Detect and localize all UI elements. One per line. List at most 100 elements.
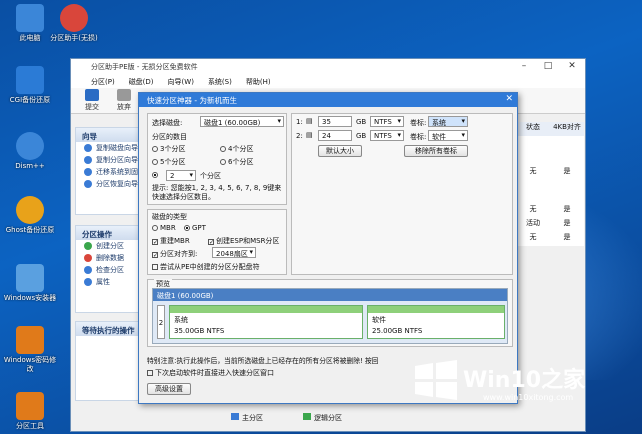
option-label: 4个分区 (228, 145, 254, 153)
legend-label: 主分区 (242, 414, 263, 422)
apply-button[interactable]: 提交 (79, 89, 105, 112)
part1-label-dropdown[interactable]: 系统 (428, 116, 468, 127)
option-label: 3个分区 (160, 145, 186, 153)
p2-info: 25.00GB NTFS (372, 327, 423, 335)
create-esp-checkbox[interactable]: 创建ESP和MSR分区 (208, 236, 279, 246)
migrate-icon (84, 168, 92, 176)
icon-label: Windows密码修改 (3, 356, 57, 373)
disk-preview: 磁盘1 (60.00GB) 2 系统 35.00GB NTFS 软件 25.00… (152, 288, 508, 344)
icon-label: 此电脑 (19, 34, 41, 42)
recover-icon (84, 180, 92, 188)
cell: 无 (529, 233, 537, 241)
part2-label-key: 卷标: (410, 133, 427, 141)
cell: 是 (563, 167, 571, 175)
desktop-icon-password[interactable]: Windows密码修改 (2, 326, 58, 374)
disk-type-group: 磁盘的类型 MBR GPT 重建MBR 创建ESP和MSR分区 分区对齐到: 2… (147, 209, 287, 275)
desktop-icon-cgi[interactable]: CGI备份还原 (2, 66, 58, 105)
dialog-close-icon[interactable]: ✕ (505, 94, 513, 104)
try-pe-checkbox[interactable]: 尝试从PE中创建的分区分配盘符 (152, 262, 260, 272)
select-disk-label: 选择磁盘: (152, 119, 183, 127)
option-custom[interactable] (152, 171, 160, 179)
desktop-icon-partition-assistant[interactable]: 分区助手(无损) (46, 4, 102, 43)
cell: 无 (529, 167, 537, 175)
icon-label: 分区工具 (16, 422, 44, 430)
installer-icon (16, 264, 44, 292)
mbr-label: MBR (160, 224, 176, 232)
check-partition-icon (84, 266, 92, 274)
minimize-button[interactable]: – (513, 61, 535, 73)
checkbox-icon (147, 370, 153, 376)
cell: 是 (563, 233, 571, 241)
disk-type-label: 磁盘的类型 (152, 213, 187, 221)
icon-label: Dism++ (15, 162, 45, 170)
partition-assistant-icon (60, 4, 88, 32)
discard-button[interactable]: 放弃 (111, 89, 137, 112)
default-size-button[interactable]: 默认大小 (318, 145, 362, 157)
disk-icon (84, 144, 92, 152)
maximize-button[interactable]: □ (537, 61, 559, 73)
option-4[interactable]: 4个分区 (220, 144, 253, 154)
p1-name: 系统 (174, 316, 188, 324)
desktop-icon-ghost[interactable]: Ghost备份还原 (2, 196, 58, 235)
menu-help[interactable]: 帮助(H) (246, 77, 271, 87)
part2-size-input[interactable]: 24 (318, 130, 352, 141)
custom-unit-label: 个分区 (200, 172, 221, 180)
table-row[interactable]: 活动 是 (516, 218, 584, 232)
radio-icon (152, 159, 158, 165)
close-button[interactable]: ✕ (561, 61, 583, 73)
wipe-icon (84, 254, 92, 262)
legend-logical: 逻辑分区 (303, 413, 342, 423)
clear-labels-button[interactable]: 移除所有卷标 (404, 145, 468, 157)
part2-label-dropdown[interactable]: 软件 (428, 130, 468, 141)
rebuild-mbr-checkbox[interactable]: 重建MBR (152, 236, 190, 246)
menu-wizard[interactable]: 向导(W) (168, 77, 194, 87)
checkbox-icon (152, 252, 158, 258)
preview-partition-system[interactable]: 系统 35.00GB NTFS (169, 305, 363, 339)
icon-label: Windows安装器 (3, 294, 57, 302)
disk-preview-header: 磁盘1 (60.00GB) (153, 289, 507, 301)
part1-size-input[interactable]: 35 (318, 116, 352, 127)
logical-swatch (303, 413, 311, 420)
item-label: 复制磁盘向导 (96, 144, 138, 152)
gear-icon (16, 132, 44, 160)
table-row[interactable]: 无是 (516, 166, 584, 180)
try-pe-label: 尝试从PE中创建的分区分配盘符 (160, 263, 260, 271)
menu-disk[interactable]: 磁盘(D) (129, 77, 154, 87)
option-3[interactable]: 3个分区 (152, 144, 185, 154)
icon-label: 分区助手(无损) (50, 34, 98, 42)
checkbox-icon (152, 264, 158, 270)
watermark-brand: Win10之家 (463, 368, 586, 393)
next-boot-checkbox[interactable]: 下次启动软件时直接进入快速分区窗口 (147, 368, 274, 378)
menu-system[interactable]: 系统(S) (208, 77, 232, 87)
table-spacer (516, 136, 584, 166)
app-title: 分区助手PE版 - 无损分区免费软件 (91, 63, 198, 71)
option-5[interactable]: 5个分区 (152, 157, 185, 167)
desktop-icon-partition-tool[interactable]: 分区工具 (2, 392, 58, 431)
align-dropdown[interactable]: 2048扇区 (212, 247, 256, 258)
custom-count-dropdown[interactable]: 2 (166, 170, 196, 181)
disk-select-group: 选择磁盘: 磁盘1 (60.00GB) 分区的数目 3个分区 4个分区 5个分区… (147, 113, 287, 205)
partition-tool-icon (16, 392, 44, 420)
gpt-radio[interactable]: GPT (184, 224, 206, 232)
desktop-icon-windows-installer[interactable]: Windows安装器 (2, 264, 58, 303)
menubar: 分区(P) 磁盘(D) 向导(W) 系统(S) 帮助(H) (71, 75, 585, 88)
align-checkbox[interactable]: 分区对齐到: (152, 249, 197, 259)
table-row[interactable]: 无是 (516, 204, 584, 218)
option-6[interactable]: 6个分区 (220, 157, 253, 167)
table-row[interactable]: 无是 (516, 232, 584, 246)
item-label: 删除数据 (96, 254, 124, 262)
part1-label-key: 卷标: (410, 119, 427, 127)
desktop-icon-dism[interactable]: Dism++ (2, 132, 58, 171)
menu-partition[interactable]: 分区(P) (91, 77, 115, 87)
partition-bar (170, 306, 362, 313)
part1-fs-dropdown[interactable]: NTFS (370, 116, 404, 127)
disk-dropdown[interactable]: 磁盘1 (60.00GB) (200, 116, 284, 127)
undo-icon (117, 89, 131, 101)
part2-fs-dropdown[interactable]: NTFS (370, 130, 404, 141)
part2-disk-icon: ▤ (306, 131, 313, 139)
col-status: 状态 (526, 123, 540, 131)
advanced-settings-button[interactable]: 高级设置 (147, 383, 191, 395)
preview-partition-software[interactable]: 软件 25.00GB NTFS (367, 305, 505, 339)
table-header: 状态 4KB对齐 (516, 122, 584, 136)
mbr-radio[interactable]: MBR (152, 224, 176, 232)
